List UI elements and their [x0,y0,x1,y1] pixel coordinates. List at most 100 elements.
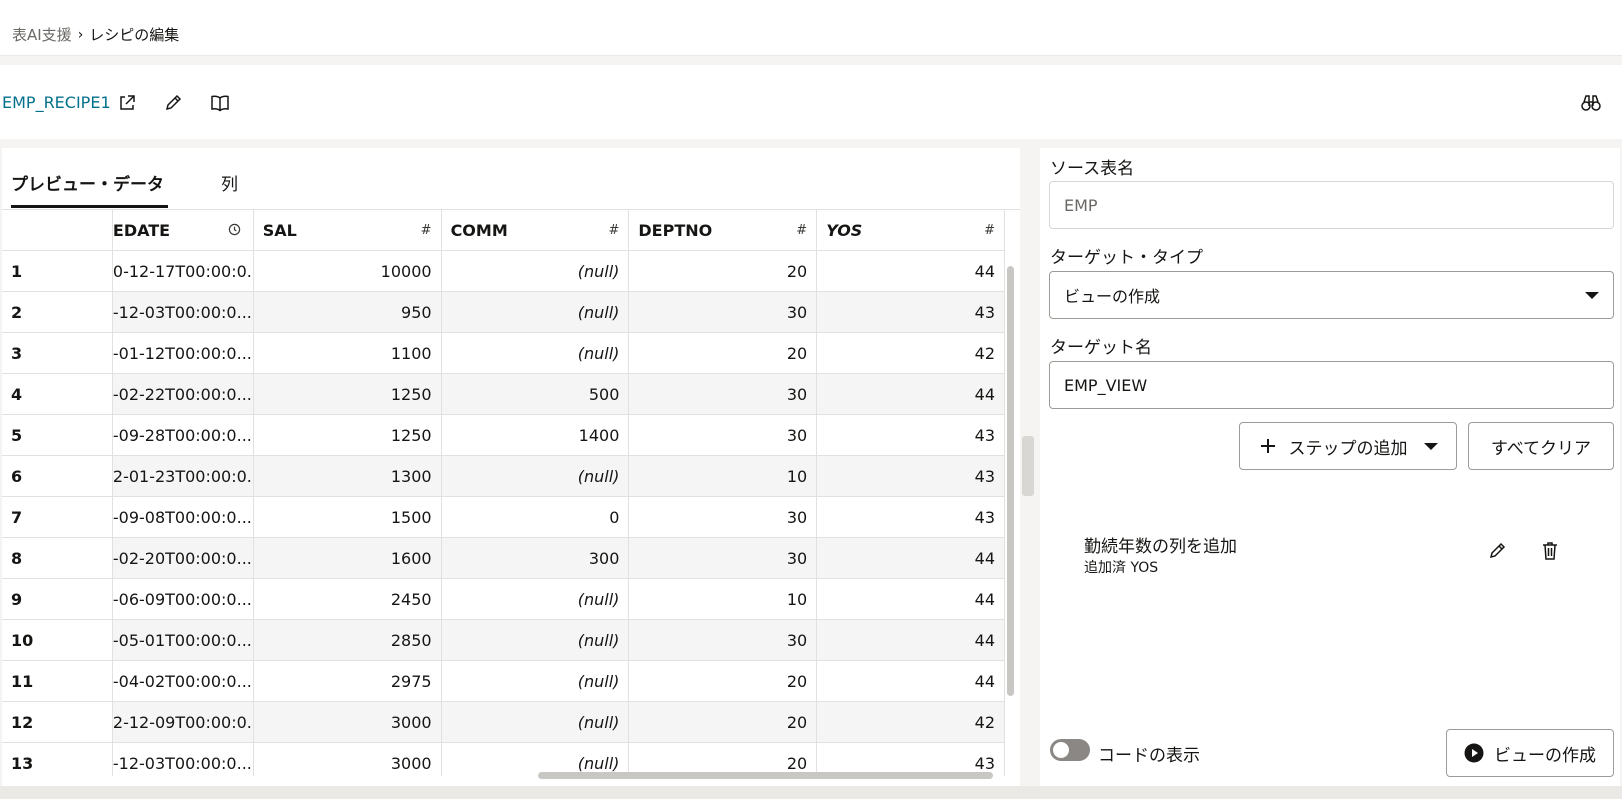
table-row[interactable]: 7 -09-08T00:00:0... 1500 0 30 43 [2,497,1005,538]
tab-preview-data[interactable]: プレビュー・データ [11,170,164,195]
breadcrumb: 表AI支援 › レシピの編集 [12,24,179,45]
cell-comm-value: (null) [577,343,620,363]
delete-step-icon[interactable] [1540,540,1560,566]
cell-yos: 43 [817,456,1005,496]
panel-splitter-handle[interactable] [1022,436,1034,496]
cell-comm: (null) [442,456,630,496]
cell-comm: (null) [442,620,630,660]
cell-comm: (null) [442,579,630,619]
cell-deptno: 30 [629,538,818,578]
cell-yos-value: 44 [974,384,995,404]
cell-deptno: 10 [629,579,818,619]
edit-step-icon[interactable] [1487,541,1507,565]
target-type-select[interactable]: ビューの作成 [1049,271,1614,319]
row-number-value: 8 [11,548,23,568]
cell-yos: 44 [817,620,1005,660]
row-number-value: 10 [11,630,34,650]
cell-deptno: 20 [629,702,818,742]
chevron-down-icon [1423,442,1438,450]
preview-panel: プレビュー・データ 列 EDATE SAL # COMM # DEPTNO # … [2,148,1020,786]
cell-deptno: 30 [629,620,818,660]
cell-yos-value: 43 [974,425,995,445]
cell-comm: (null) [442,292,630,332]
target-name-input[interactable]: EMP_VIEW [1049,361,1614,409]
add-step-button[interactable]: ステップの追加 [1239,422,1457,470]
column-header-yos[interactable]: YOS # [817,210,1005,250]
row-number: 11 [2,661,113,701]
cell-comm: (null) [442,251,630,291]
cell-deptno-value: 10 [786,589,808,609]
column-header-hiredate[interactable]: EDATE [113,210,254,250]
tab-columns[interactable]: 列 [221,170,238,195]
cell-comm-value: (null) [577,302,620,322]
show-code-toggle[interactable] [1050,739,1090,761]
cell-yos-value: 44 [974,589,995,609]
table-row[interactable]: 1 0-12-17T00:00:0... 10000 (null) 20 44 [2,251,1005,292]
top-bar: 表AI支援 › レシピの編集 [0,0,1622,56]
column-header-comm[interactable]: COMM # [442,210,630,250]
cell-hiredate-value: -12-03T00:00:0... [112,302,252,322]
cell-hiredate: -09-28T00:00:0... [113,415,254,455]
row-number: 2 [2,292,113,332]
cell-comm: 0 [442,497,630,537]
cell-hiredate: -04-02T00:00:0... [113,661,254,701]
cell-deptno: 30 [629,292,818,332]
cell-hiredate: -02-20T00:00:0... [113,538,254,578]
vertical-scrollbar[interactable] [1005,258,1017,778]
cell-yos: 43 [817,292,1005,332]
table-row[interactable]: 12 2-12-09T00:00:0... 3000 (null) 20 42 [2,702,1005,743]
cell-hiredate: 0-12-17T00:00:0... [113,251,254,291]
table-row[interactable]: 3 -01-12T00:00:0... 1100 (null) 20 42 [2,333,1005,374]
recipe-name[interactable]: EMP_RECIPE1 [2,93,111,112]
cell-hiredate: -06-09T00:00:0... [113,579,254,619]
number-type-icon: # [984,222,995,238]
cell-deptno: 30 [629,415,818,455]
vertical-scrollbar-thumb[interactable] [1007,266,1014,696]
horizontal-scrollbar-thumb[interactable] [538,772,993,779]
binoculars-icon[interactable] [1579,91,1603,115]
horizontal-scrollbar[interactable] [118,770,998,780]
cell-comm: (null) [442,333,630,373]
create-view-button[interactable]: ビューの作成 [1446,729,1614,777]
cell-sal-value: 1250 [390,384,432,404]
table-row[interactable]: 2 -12-03T00:00:0... 950 (null) 30 43 [2,292,1005,333]
cell-hiredate: -09-08T00:00:0... [113,497,254,537]
cell-comm-value: (null) [577,261,620,281]
cell-comm-value: (null) [577,712,620,732]
breadcrumb-parent-link[interactable]: 表AI支援 [12,24,72,45]
table-row[interactable]: 10 -05-01T00:00:0... 2850 (null) 30 44 [2,620,1005,661]
cell-comm-value: 300 [588,548,620,568]
cell-sal: 1100 [254,333,442,373]
pencil-icon[interactable] [161,91,185,115]
book-icon[interactable] [208,91,232,115]
cell-yos: 44 [817,251,1005,291]
table-row[interactable]: 4 -02-22T00:00:0... 1250 500 30 44 [2,374,1005,415]
table-row[interactable]: 5 -09-28T00:00:0... 1250 1400 30 43 [2,415,1005,456]
row-number-value: 5 [11,425,23,445]
table-row[interactable]: 11 -04-02T00:00:0... 2975 (null) 20 44 [2,661,1005,702]
cell-sal: 2975 [254,661,442,701]
cell-yos: 42 [817,702,1005,742]
play-icon [1464,743,1484,763]
active-tab-indicator [11,205,168,208]
cell-comm-value: 500 [588,384,620,404]
table-row[interactable]: 8 -02-20T00:00:0... 1600 300 30 44 [2,538,1005,579]
number-type-icon: # [608,222,620,238]
clear-all-button[interactable]: すべてクリア [1468,422,1614,470]
column-header-deptno[interactable]: DEPTNO # [629,210,818,250]
table-row[interactable]: 6 2-01-23T00:00:0... 1300 (null) 10 43 [2,456,1005,497]
cell-comm-value: (null) [577,630,620,650]
cell-comm: 500 [442,374,630,414]
table-row[interactable]: 9 -06-09T00:00:0... 2450 (null) 10 44 [2,579,1005,620]
data-grid: EDATE SAL # COMM # DEPTNO # YOS # 1 0-12… [2,210,1005,776]
row-number-value: 6 [11,466,23,486]
share-icon[interactable] [115,91,139,115]
row-number-value: 12 [11,712,34,732]
column-header-label: DEPTNO [638,220,713,240]
cell-sal-value: 950 [401,302,432,322]
row-number: 12 [2,702,113,742]
cell-comm-value: (null) [577,589,620,609]
cell-sal: 1300 [254,456,442,496]
column-header-sal[interactable]: SAL # [254,210,442,250]
chevron-down-icon [1585,291,1599,299]
